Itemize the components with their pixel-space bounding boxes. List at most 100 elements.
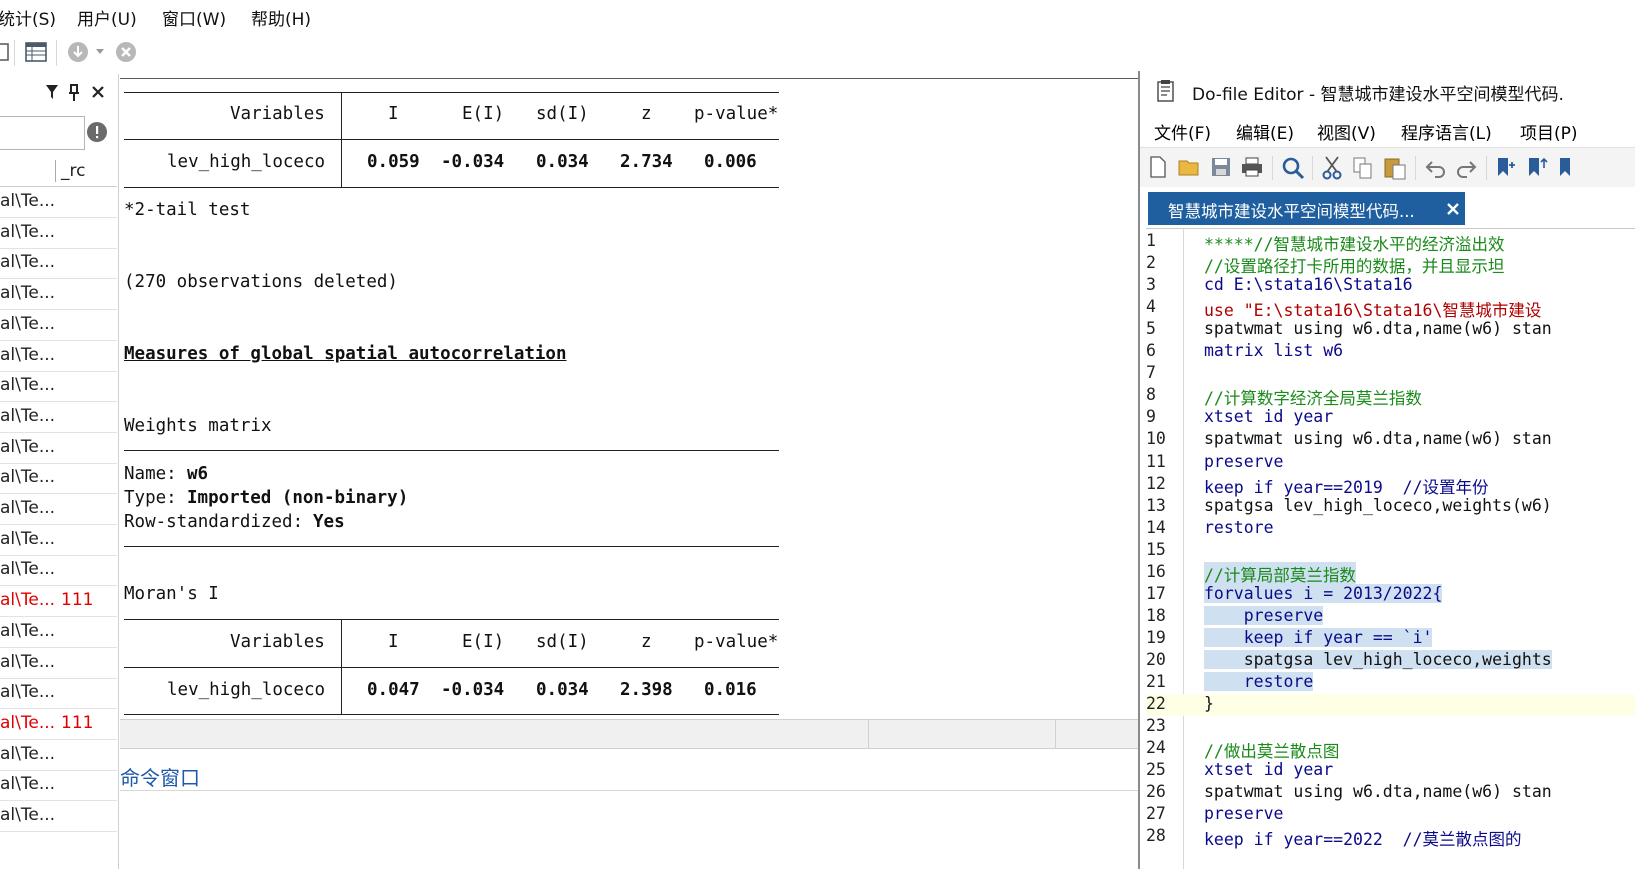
- code-line[interactable]: 18 preserve: [1146, 605, 1635, 628]
- code-line[interactable]: 13 spatgsa lev_high_loceco,weights(w6): [1146, 496, 1635, 518]
- paste-icon[interactable]: [1383, 156, 1407, 180]
- review-command-text: al\Te...: [0, 375, 56, 396]
- line-number: 5: [1146, 319, 1156, 339]
- editor-menu-file[interactable]: 文件(F): [1154, 119, 1211, 144]
- code-line[interactable]: 2 //设置路径打卡所用的数据，并且显示坦: [1146, 253, 1635, 276]
- code-text: keep if year==2019 //设置年份: [1204, 477, 1489, 497]
- menu-statistics[interactable]: 统计(S): [0, 5, 56, 30]
- editor-titlebar[interactable]: Do-file Editor - 智慧城市建设水平空间模型代码.: [1140, 71, 1635, 111]
- print-icon[interactable]: [0, 40, 10, 64]
- editor-tab-active[interactable]: 智慧城市建设水平空间模型代码...: [1148, 192, 1465, 225]
- filter-icon[interactable]: [45, 84, 59, 100]
- review-list-item[interactable]: al\Te...: [0, 186, 117, 218]
- results-window: Variables I E(I) sd(I) z p-value* lev_hi…: [120, 78, 1140, 719]
- review-list-item[interactable]: al\Te...: [0, 554, 117, 587]
- review-list-item[interactable]: al\Te... 111: [0, 585, 117, 618]
- review-command-text: al\Te...: [0, 682, 56, 703]
- review-list-item[interactable]: al\Te...: [0, 340, 117, 372]
- next-bookmark-icon[interactable]: [1557, 156, 1581, 180]
- review-list-item[interactable]: al\Te...: [0, 432, 117, 464]
- code-line[interactable]: 19 keep if year == `i': [1146, 627, 1635, 650]
- save-icon[interactable]: [1210, 156, 1232, 178]
- break-icon[interactable]: [114, 40, 138, 64]
- review-command-text: al\Te...: [0, 620, 56, 641]
- editor-menu-view[interactable]: 视图(V): [1317, 119, 1376, 144]
- review-list-item[interactable]: al\Te... 111: [0, 708, 117, 740]
- chevron-down-icon[interactable]: [95, 48, 105, 56]
- code-line[interactable]: 11 preserve: [1146, 452, 1635, 474]
- code-line[interactable]: 23: [1146, 716, 1635, 738]
- line-number: 24: [1146, 738, 1166, 758]
- undo-icon[interactable]: [1424, 156, 1448, 180]
- code-line[interactable]: 20 spatgsa lev_high_loceco,weights: [1146, 649, 1635, 672]
- code-line[interactable]: 26 spatwmat using w6.dta,name(w6) stan: [1146, 782, 1635, 804]
- review-list-item[interactable]: al\Te...: [0, 647, 117, 679]
- new-file-icon[interactable]: [1148, 156, 1168, 178]
- review-filter-input[interactable]: [0, 116, 85, 150]
- data-browser-icon[interactable]: [24, 40, 48, 64]
- review-list-item[interactable]: al\Te...: [0, 217, 117, 249]
- review-list-item[interactable]: al\Te...: [0, 247, 117, 280]
- line-number: 21: [1146, 672, 1166, 691]
- code-line[interactable]: 4 use "E:\stata16\Stata16\智慧城市建设: [1146, 297, 1635, 320]
- close-icon[interactable]: [91, 85, 105, 99]
- code-line[interactable]: 14 restore: [1146, 518, 1635, 540]
- code-line[interactable]: 15: [1146, 540, 1635, 562]
- code-line[interactable]: 10 spatwmat using w6.dta,name(w6) stan: [1146, 429, 1635, 451]
- toggle-bookmark-icon[interactable]: [1495, 156, 1519, 180]
- code-line[interactable]: 1 *****//智慧城市建设水平的经济溢出效: [1146, 231, 1635, 254]
- menu-user[interactable]: 用户(U): [77, 5, 137, 30]
- menu-window[interactable]: 窗口(W): [162, 5, 226, 30]
- find-icon[interactable]: [1281, 156, 1305, 180]
- review-command-text: al\Te...: [0, 559, 56, 580]
- code-line[interactable]: 24 //做出莫兰散点图: [1146, 738, 1635, 761]
- code-line[interactable]: 25 xtset id year: [1146, 760, 1635, 782]
- menu-help[interactable]: 帮助(H): [251, 5, 311, 30]
- cut-icon[interactable]: [1321, 156, 1343, 180]
- review-list-item[interactable]: al\Te...: [0, 524, 117, 556]
- review-list-item[interactable]: al\Te...: [0, 462, 117, 495]
- review-list-item[interactable]: al\Te...: [0, 616, 117, 648]
- code-line[interactable]: 12 keep if year==2019 //设置年份: [1146, 474, 1635, 497]
- editor-menu-edit[interactable]: 编辑(E): [1236, 119, 1294, 144]
- code-line[interactable]: 21 restore: [1146, 672, 1635, 694]
- table2-header-ei: E(I): [462, 632, 505, 652]
- code-line[interactable]: 17 forvalues i = 2013/2022{: [1146, 583, 1635, 606]
- previous-bookmark-icon[interactable]: [1526, 156, 1550, 180]
- code-line[interactable]: 22}: [1146, 694, 1635, 717]
- review-list-item[interactable]: al\Te...: [0, 769, 117, 802]
- code-line[interactable]: 28 keep if year==2022 //莫兰散点图的: [1146, 826, 1635, 849]
- review-list-item[interactable]: al\Te...: [0, 739, 117, 771]
- review-list-item[interactable]: al\Te...: [0, 401, 117, 433]
- command-input[interactable]: [120, 790, 1140, 870]
- code-line[interactable]: 3 cd E:\stata16\Stata16: [1146, 275, 1635, 297]
- editor-menu-project[interactable]: 项目(P): [1520, 119, 1578, 144]
- review-list-item[interactable]: al\Te...: [0, 493, 117, 525]
- results-scrollbar[interactable]: [120, 719, 1140, 749]
- code-line[interactable]: 16 //计算局部莫兰指数: [1146, 561, 1635, 586]
- close-tab-icon[interactable]: [1446, 202, 1460, 216]
- line-number: 18: [1146, 605, 1166, 625]
- name-value: w6: [187, 464, 209, 484]
- editor-menu-language[interactable]: 程序语言(L): [1401, 119, 1492, 144]
- code-line[interactable]: 5 spatwmat using w6.dta,name(w6) stan: [1146, 319, 1635, 341]
- print-icon[interactable]: [1240, 156, 1264, 178]
- redo-icon[interactable]: [1454, 156, 1478, 180]
- code-line[interactable]: 9 xtset id year: [1146, 407, 1635, 429]
- open-folder-icon[interactable]: [1178, 156, 1202, 178]
- more-download-icon[interactable]: [66, 40, 90, 64]
- code-line[interactable]: 8 //计算数字经济全局莫兰指数: [1146, 385, 1635, 408]
- review-list-item[interactable]: al\Te...: [0, 309, 117, 341]
- review-list-item[interactable]: al\Te...: [0, 370, 117, 403]
- review-list-item[interactable]: al\Te...: [0, 278, 117, 311]
- pin-icon[interactable]: [67, 84, 81, 102]
- code-line[interactable]: 27 preserve: [1146, 804, 1635, 826]
- code-line[interactable]: 6 matrix list w6: [1146, 341, 1635, 363]
- review-list-item[interactable]: al\Te...: [0, 677, 117, 710]
- code-line[interactable]: 7: [1146, 363, 1635, 385]
- copy-icon[interactable]: [1352, 156, 1374, 180]
- editor-code-area[interactable]: 1 *****//智慧城市建设水平的经济溢出效 2 //设置路径打卡所用的数据，并且显…: [1146, 228, 1635, 869]
- review-column-header[interactable]: _rc: [0, 156, 117, 187]
- review-list-item[interactable]: al\Te...: [0, 800, 117, 832]
- review-command-text: al\Te...: [0, 651, 56, 672]
